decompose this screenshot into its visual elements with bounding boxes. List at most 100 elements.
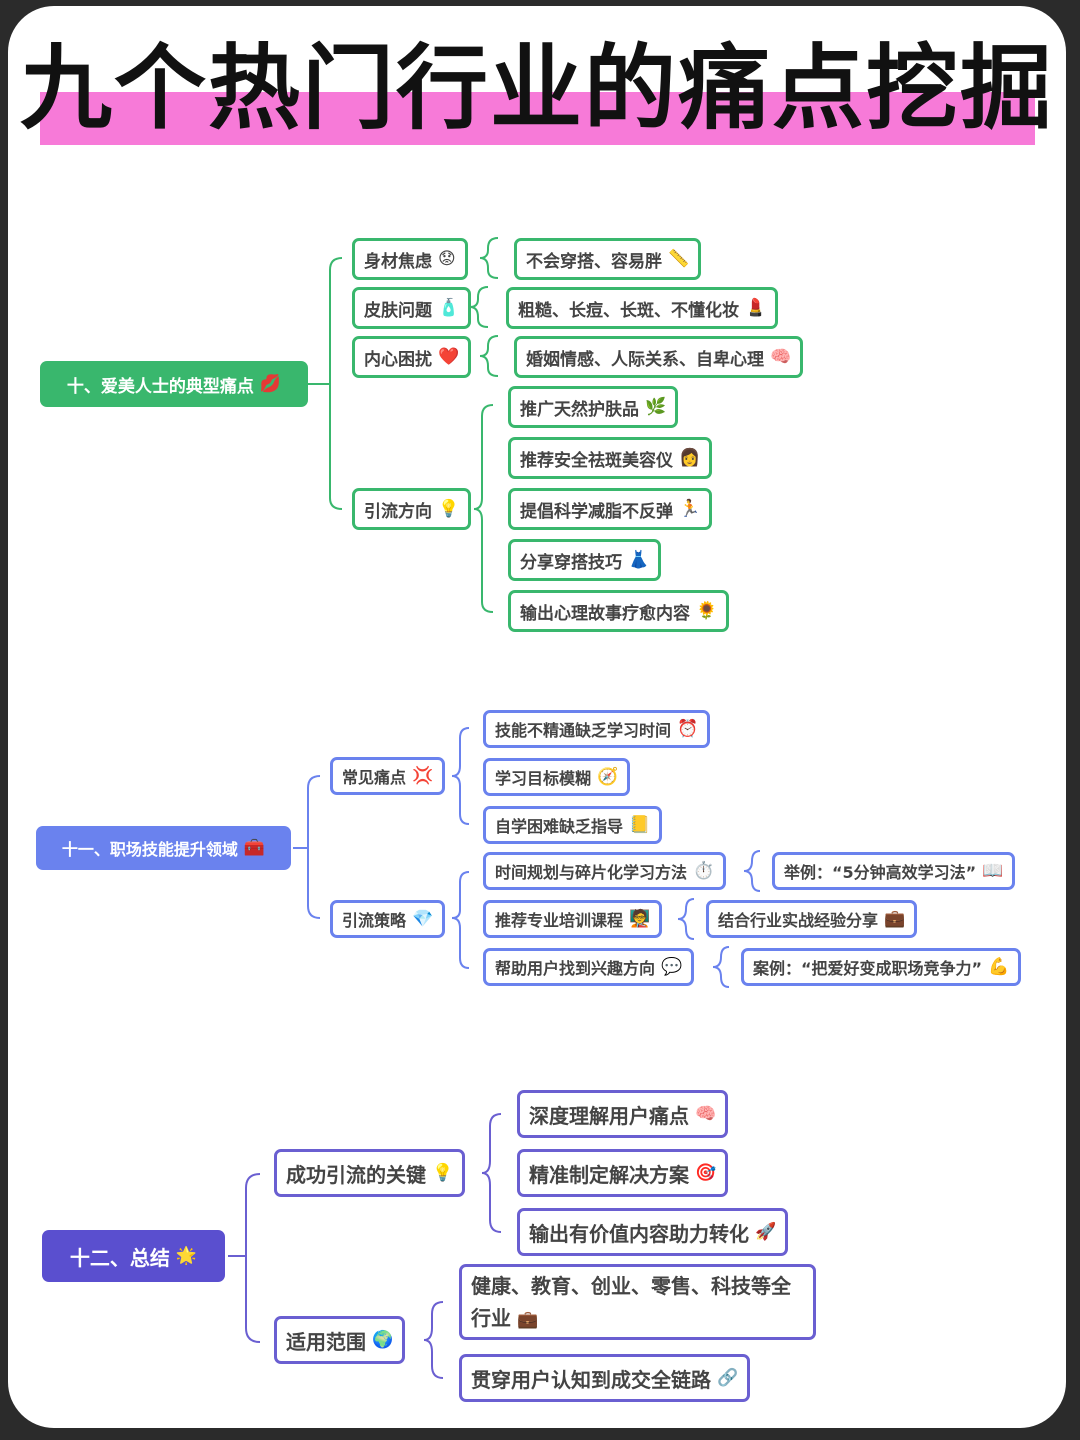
key-item: 深度理解用户痛点 🧠	[517, 1090, 729, 1138]
speech-bubble-icon: 💬	[661, 956, 683, 977]
lipstick-icon: 💄	[745, 297, 767, 318]
target-icon: 🎯	[695, 1162, 717, 1183]
node-skin-problem-detail-label: 粗糙、长痘、长斑、不懂化妆	[518, 300, 739, 321]
node-common-pain-label: 常见痛点	[342, 768, 407, 787]
section11-root-label: 十一、职场技能提升领域	[61, 840, 238, 859]
node-guide-direction: 引流方向 💡	[352, 488, 472, 530]
key-item-label: 精准制定解决方案	[529, 1162, 689, 1187]
node-body-anxiety-label: 身材焦虑	[364, 251, 432, 272]
strategy-item: 时间规划与碎片化学习方法 ⏱️	[483, 852, 727, 890]
herb-icon: 🌿	[645, 396, 667, 417]
globe-icon: 🌍	[372, 1329, 394, 1350]
toolbox-icon: 🧰	[243, 837, 266, 858]
strategy-detail: 案例：“把爱好变成职场竞争力” 💪	[741, 948, 1022, 986]
section12-root-label: 十二、总结	[69, 1245, 170, 1270]
pain-item-label: 自学困难缺乏指导	[495, 817, 624, 836]
node-scope: 适用范围 🌍	[274, 1316, 406, 1364]
key-item: 输出有价值内容助力转化 🚀	[517, 1208, 789, 1256]
open-book-icon: 📖	[982, 860, 1004, 881]
node-skin-problem: 皮肤问题 🧴	[352, 287, 472, 329]
mindmap-card: 九个热门行业的痛点挖掘 十、爱美人士的典型痛点 💋 身材焦虑 😟 不会穿搭、容易…	[8, 6, 1066, 1428]
node-success-key: 成功引流的关键 💡	[274, 1149, 466, 1197]
pain-item: 自学困难缺乏指导 📒	[483, 806, 663, 844]
section12-root: 十二、总结 🌟	[42, 1230, 225, 1282]
node-guide-strategy-label: 引流策略	[342, 911, 407, 930]
key-item-label: 输出有价值内容助力转化	[529, 1221, 749, 1246]
node-scope-label: 适用范围	[286, 1329, 366, 1354]
worried-face-icon: 😟	[438, 248, 456, 269]
guide-item-label: 提倡科学减脂不反弹	[520, 501, 673, 522]
brain-icon: 🧠	[770, 346, 792, 367]
node-inner-trouble: 内心困扰 ❤️	[352, 336, 472, 378]
node-inner-trouble-detail-label: 婚姻情感、人际关系、自卑心理	[526, 349, 764, 370]
lightbulb-icon: 💡	[438, 498, 460, 519]
guide-item-label: 推荐安全祛斑美容仪	[520, 450, 673, 471]
node-body-anxiety: 身材焦虑 😟	[352, 238, 468, 280]
scope-item: 健康、教育、创业、零售、科技等全行业 💼	[459, 1264, 816, 1340]
lips-icon: 💋	[259, 373, 282, 394]
link-icon: 🔗	[717, 1367, 739, 1388]
scope-item: 贯穿用户认知到成交全链路 🔗	[459, 1354, 751, 1402]
heart-icon: ❤️	[438, 346, 460, 367]
strategy-item-label: 帮助用户找到兴趣方向	[495, 959, 656, 978]
node-body-anxiety-detail-label: 不会穿搭、容易胖	[526, 251, 662, 272]
key-item: 精准制定解决方案 🎯	[517, 1149, 729, 1197]
pain-item-label: 学习目标模糊	[495, 769, 592, 788]
node-skin-problem-label: 皮肤问题	[364, 300, 432, 321]
guide-item-label: 分享穿搭技巧	[520, 552, 622, 573]
guide-item: 推荐安全祛斑美容仪 👩	[508, 437, 713, 479]
anger-symbol-icon: 💢	[412, 765, 434, 786]
scope-item-label: 健康、教育、创业、零售、科技等全行业 💼	[471, 1274, 791, 1330]
flexed-biceps-icon: 💪	[988, 956, 1010, 977]
teacher-icon: 🧑‍🏫	[629, 908, 651, 929]
guide-item-label: 输出心理故事疗愈内容	[520, 603, 690, 624]
lightbulb-icon: 💡	[432, 1162, 454, 1183]
stopwatch-icon: ⏱️	[693, 860, 715, 881]
node-skin-problem-detail: 粗糙、长痘、长斑、不懂化妆 💄	[506, 287, 779, 329]
guide-item: 提倡科学减脂不反弹 🏃	[508, 488, 713, 530]
ledger-icon: 📒	[629, 814, 651, 835]
section10-root: 十、爱美人士的典型痛点 💋	[40, 361, 308, 407]
guide-item: 分享穿搭技巧 👗	[508, 539, 662, 581]
strategy-item-label: 时间规划与碎片化学习方法	[495, 863, 688, 882]
gem-icon: 💎	[412, 908, 434, 929]
brain-icon: 🧠	[695, 1103, 717, 1124]
node-inner-trouble-label: 内心困扰	[364, 349, 432, 370]
strategy-detail: 举例：“5分钟高效学习法” 📖	[772, 852, 1016, 890]
guide-item: 输出心理故事疗愈内容 🌻	[508, 590, 730, 632]
node-success-key-label: 成功引流的关键	[286, 1162, 426, 1187]
woman-icon: 👩	[679, 447, 701, 468]
section10-root-label: 十、爱美人士的典型痛点	[66, 376, 254, 397]
node-inner-trouble-detail: 婚姻情感、人际关系、自卑心理 🧠	[514, 336, 804, 378]
guide-item-label: 推广天然护肤品	[520, 399, 639, 420]
strategy-detail-label: 案例：“把爱好变成职场竞争力”	[753, 959, 983, 978]
dress-icon: 👗	[628, 549, 650, 570]
pain-item: 技能不精通缺乏学习时间 ⏰	[483, 710, 711, 748]
node-body-anxiety-detail: 不会穿搭、容易胖 📏	[514, 238, 702, 280]
alarm-clock-icon: ⏰	[677, 718, 699, 739]
star-icon: 🌟	[175, 1245, 198, 1266]
sunflower-icon: 🌻	[696, 600, 718, 621]
guide-item: 推广天然护肤品 🌿	[508, 386, 679, 428]
strategy-item: 帮助用户找到兴趣方向 💬	[483, 948, 695, 986]
strategy-detail-label: 结合行业实战经验分享	[718, 911, 879, 930]
pain-item: 学习目标模糊 🧭	[483, 758, 631, 796]
rocket-icon: 🚀	[755, 1221, 777, 1242]
briefcase-icon: 💼	[517, 1310, 539, 1330]
strategy-detail-label: 举例：“5分钟高效学习法”	[784, 863, 977, 882]
section11-root: 十一、职场技能提升领域 🧰	[36, 826, 291, 870]
lotion-bottle-icon: 🧴	[438, 297, 460, 318]
scope-item-label: 贯穿用户认知到成交全链路	[471, 1367, 711, 1392]
strategy-detail: 结合行业实战经验分享 💼	[706, 900, 918, 938]
runner-icon: 🏃	[679, 498, 701, 519]
compass-icon: 🧭	[597, 766, 619, 787]
strategy-item: 推荐专业培训课程 🧑‍🏫	[483, 900, 663, 938]
node-guide-strategy: 引流策略 💎	[330, 900, 446, 938]
key-item-label: 深度理解用户痛点	[529, 1103, 689, 1128]
node-guide-direction-label: 引流方向	[364, 501, 432, 522]
node-common-pain: 常见痛点 💢	[330, 757, 446, 795]
ruler-icon: 📏	[668, 248, 690, 269]
pain-item-label: 技能不精通缺乏学习时间	[495, 721, 672, 740]
briefcase-icon: 💼	[884, 908, 906, 929]
strategy-item-label: 推荐专业培训课程	[495, 911, 624, 930]
